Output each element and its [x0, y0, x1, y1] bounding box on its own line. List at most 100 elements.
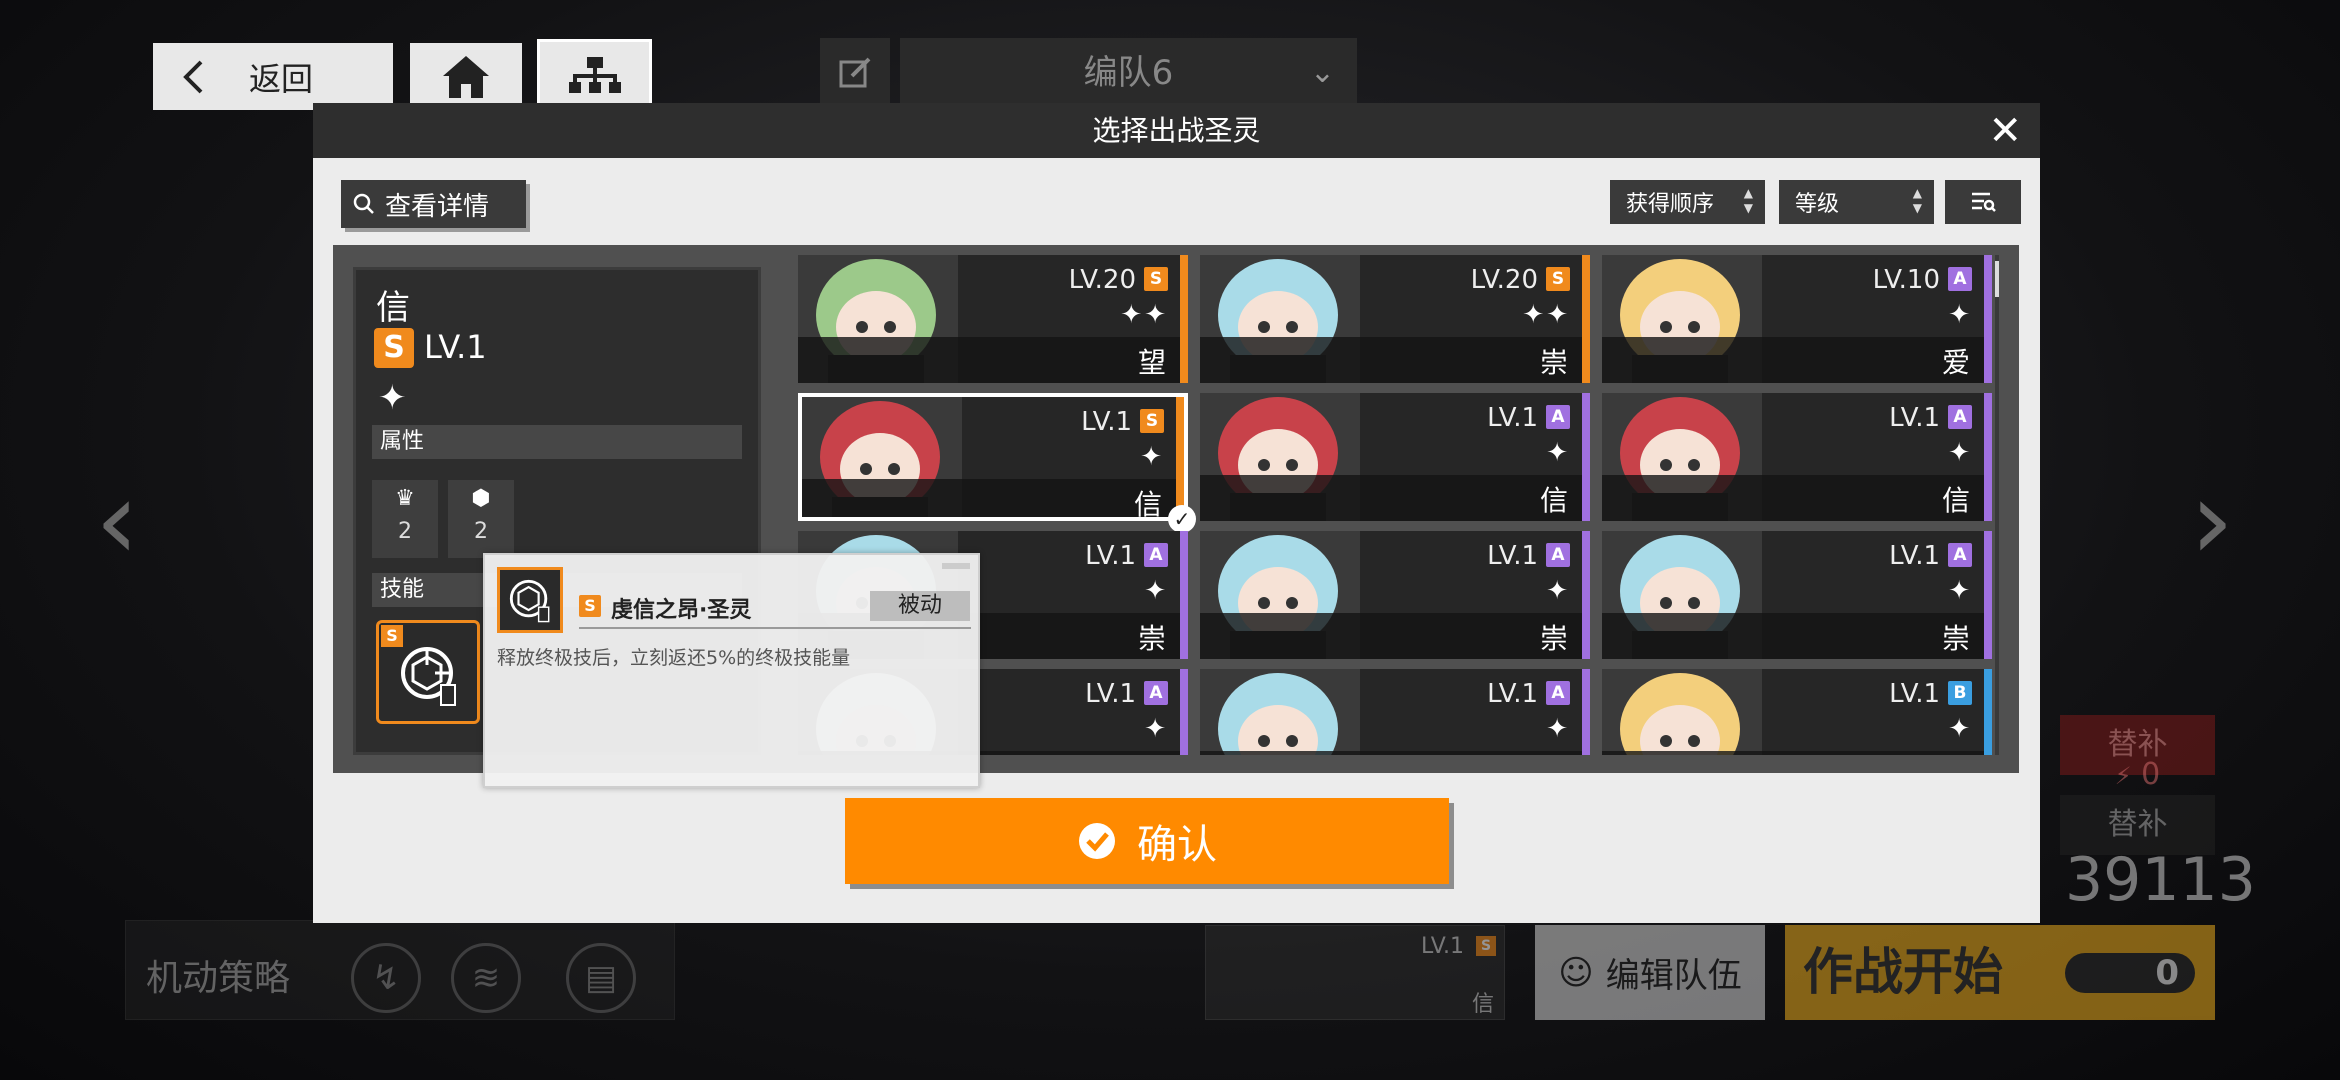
strategy-bar: 机动策略 ↯ ≋ ▤ [125, 920, 675, 1020]
clipboard-icon[interactable]: ▤ [566, 943, 636, 1013]
modal-title: 选择出战圣灵 [1092, 114, 1261, 147]
spirit-level: LV.1 [1889, 541, 1940, 571]
tooltip-description: 释放终极技后，立刻返还5%的终极技能量 [497, 647, 851, 669]
check-circle-icon [1079, 823, 1115, 859]
spirit-card[interactable]: LV.1 B ✦ [1602, 669, 1992, 755]
sort-by-label: 等级 [1795, 192, 1840, 217]
home-button[interactable] [410, 43, 522, 110]
rank-stripe [1176, 397, 1184, 517]
prev-arrow-icon[interactable]: ‹ [95, 460, 155, 580]
bg-card-level: LV.1 [1420, 934, 1464, 959]
power-score: 39113 [2065, 845, 2256, 915]
spirit-rank-badge: B [1948, 681, 1972, 705]
card-name-bar [1602, 337, 1992, 383]
spirit-card[interactable]: LV.1 A ✦ 崇 [1200, 531, 1590, 659]
skill-slot[interactable]: S [376, 620, 480, 724]
home-icon [443, 55, 489, 98]
spirit-stars: ✦ [1144, 714, 1168, 744]
spirit-portrait [1602, 669, 1762, 755]
card-name-bar [1200, 337, 1590, 383]
start-battle-button[interactable]: 作战开始 0 [1785, 925, 2215, 1020]
card-name-bar [1200, 613, 1590, 659]
back-button[interactable]: 返回 [153, 43, 393, 110]
selected-check-icon: ✓ [1168, 505, 1196, 533]
spirit-level: LV.1 [1487, 403, 1538, 433]
tornado-icon[interactable]: ≋ [451, 943, 521, 1013]
spirit-stars: ✦ [1546, 438, 1570, 468]
spirit-portrait [1200, 669, 1360, 755]
spirit-stars: ✦ [1948, 714, 1972, 744]
spirit-stars: ✦ [1948, 438, 1972, 468]
rank-stripe [1582, 393, 1590, 521]
rank-stripe [1582, 255, 1590, 383]
spirit-name: 崇 [1539, 622, 1568, 655]
back-label: 返回 [249, 59, 314, 98]
attr-value: 2 [474, 519, 488, 544]
spirit-card[interactable]: LV.20 S ✦✦ 崇 [1200, 255, 1590, 383]
hexagon-icon: ⬢ [471, 486, 491, 511]
spirit-card[interactable]: LV.1 A ✦ 信 [1602, 393, 1992, 521]
spirit-name: 信 [1539, 484, 1568, 517]
spirit-stars: ✦✦ [1522, 300, 1570, 330]
spirit-rank-badge: S [1546, 267, 1570, 291]
view-detail-button[interactable]: 查看详情 [341, 180, 526, 228]
spirit-rank-badge: A [1546, 405, 1570, 429]
rank-stripe [1984, 255, 1992, 383]
sort-by-dropdown[interactable]: 等级 ▲ ▼ [1779, 180, 1934, 224]
spirit-level: LV.20 [1470, 265, 1538, 295]
start-cost-count: 0 [2065, 953, 2195, 993]
spirit-level: LV.1 [1889, 403, 1940, 433]
tooltip-divider [579, 627, 971, 629]
spirit-name: 崇 [1941, 622, 1970, 655]
rank-stripe [1180, 669, 1188, 755]
spirit-level: LV.10 [1872, 265, 1940, 295]
spirit-rank-badge: A [1144, 543, 1168, 567]
hierarchy-button[interactable] [537, 39, 652, 112]
scrollbar-track[interactable] [1995, 255, 1999, 755]
tooltip-skill-icon-box [497, 567, 563, 633]
tooltip-rank-badge: S [579, 595, 601, 617]
spirit-rank-badge: A [1948, 543, 1972, 567]
rename-team-button[interactable] [820, 38, 890, 108]
spirit-card[interactable]: LV.20 S ✦✦ 望 [798, 255, 1188, 383]
detail-name: 信 [376, 288, 410, 328]
chibi-portrait-icon [1602, 669, 1762, 755]
scrollbar-thumb[interactable] [1995, 261, 1999, 297]
chevron-down-icon: ⌄ [1309, 55, 1335, 90]
spirit-rank-badge: A [1948, 405, 1972, 429]
close-icon[interactable]: ✕ [1988, 109, 2022, 153]
spirit-card[interactable]: LV.10 A ✦ 爱 [1602, 255, 1992, 383]
edit-icon [839, 57, 871, 88]
sort-arrows-icon: ▲ ▼ [1912, 186, 1922, 215]
rank-stripe [1582, 669, 1590, 755]
next-arrow-icon[interactable]: › [2190, 460, 2250, 580]
edit-team-button[interactable]: ☺ 编辑队伍 [1535, 925, 1765, 1020]
spirit-card[interactable]: LV.1 A ✦ [1200, 669, 1590, 755]
card-name-bar [1200, 475, 1590, 521]
team-select-dropdown[interactable]: 编队6 ⌄ [900, 38, 1357, 108]
team-icon: ☺ [1558, 952, 1594, 993]
detail-level: LV.1 [424, 328, 487, 366]
spirit-card[interactable]: LV.1 A ✦ 信 [1200, 393, 1590, 521]
edit-team-label: 编辑队伍 [1605, 956, 1742, 996]
spirit-name: 信 [1133, 488, 1162, 521]
spirit-card[interactable]: LV.1 S ✦ 信 [798, 393, 1188, 521]
sort-order-dropdown[interactable]: 获得顺序 ▲ ▼ [1610, 180, 1765, 224]
confirm-button[interactable]: 确认 [845, 798, 1449, 884]
spirit-card[interactable]: LV.1 A ✦ 崇 [1602, 531, 1992, 659]
spirit-level: LV.1 [1081, 407, 1132, 437]
skill-slot-icon[interactable]: ↯ [351, 943, 421, 1013]
filter-button[interactable] [1945, 180, 2021, 224]
spirit-name: 望 [1137, 346, 1166, 379]
sort-order-label: 获得顺序 [1626, 192, 1715, 217]
card-name-bar [1602, 751, 1992, 755]
card-name-bar [802, 479, 1184, 517]
attr-value: 2 [398, 519, 412, 544]
rank-stripe [1582, 531, 1590, 659]
attr-box-hexagon: ⬢ 2 [448, 480, 514, 558]
spirit-rank-badge: S [1140, 409, 1164, 433]
attr-section-label: 属性 [372, 425, 742, 459]
spirit-name: 崇 [1137, 622, 1166, 655]
spirit-name: 信 [1941, 484, 1970, 517]
chibi-portrait-icon [1200, 669, 1360, 755]
